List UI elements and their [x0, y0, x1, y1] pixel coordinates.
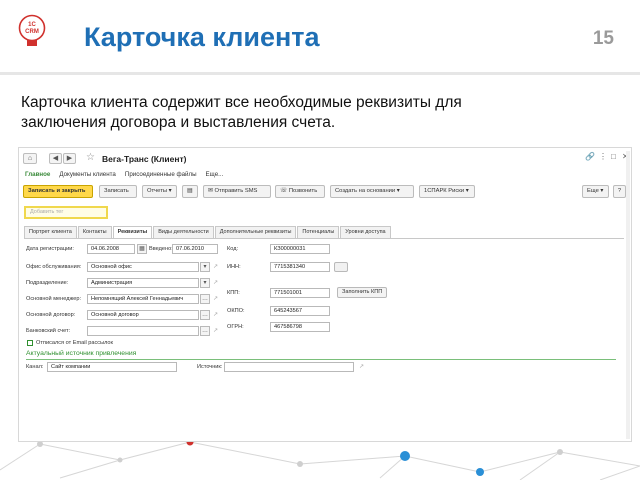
- create-based-dropdown[interactable]: Создать на основании ▾: [330, 185, 414, 198]
- tab-portrait[interactable]: Портрет клиента: [24, 226, 77, 238]
- inn-check-icon[interactable]: [334, 262, 348, 272]
- kpp-field[interactable]: 771501001: [270, 288, 330, 298]
- page-number: 15: [592, 28, 614, 49]
- fill-kpp-button[interactable]: Заполнить КПП: [337, 287, 388, 298]
- card-tabs: Портрет клиента Контакты Реквизиты Виды …: [24, 226, 392, 238]
- svg-text:CRM: CRM: [25, 29, 39, 35]
- bank-open-icon[interactable]: ↗: [213, 327, 218, 335]
- office-field[interactable]: Основной офис: [87, 262, 199, 272]
- channel-field[interactable]: Сайт компании: [47, 362, 177, 372]
- division-field[interactable]: Администрация: [87, 278, 199, 288]
- create-based-label: Создать на основании: [335, 188, 396, 194]
- division-dropdown-icon[interactable]: ▾: [200, 278, 210, 288]
- code-field[interactable]: КЗ00000031: [270, 244, 330, 254]
- reports-label: Отчеты: [147, 188, 168, 194]
- slide-title: Карточка клиента: [84, 22, 320, 52]
- source-label: Источник:: [197, 364, 223, 370]
- tab-access-levels[interactable]: Уровни доступа: [340, 226, 391, 238]
- source-field[interactable]: [224, 362, 354, 372]
- slide-subtitle: Карточка клиента содержит все необходимы…: [21, 94, 462, 131]
- office-open-icon[interactable]: ↗: [213, 263, 218, 271]
- inn-field[interactable]: 7715381340: [270, 262, 330, 272]
- send-sms-button[interactable]: ✉ Отправить SMS: [203, 185, 271, 198]
- tab-potentials[interactable]: Потенциалы: [297, 226, 340, 238]
- calendar-icon[interactable]: ▦: [137, 244, 147, 254]
- source-open-icon[interactable]: ↗: [359, 363, 364, 371]
- manager-field[interactable]: Непомнящий Алексей Геннадьевич: [87, 294, 199, 304]
- maximize-icon[interactable]: □: [611, 152, 616, 162]
- section-nav: Главное Документы клиента Присоединенные…: [25, 171, 223, 180]
- email-unsubscribe-label: Отписался от Email рассылок: [36, 340, 113, 346]
- more-label: Еще: [587, 188, 599, 194]
- entered-field[interactable]: 07.06.2010: [172, 244, 218, 254]
- favorite-star-icon[interactable]: ☆: [86, 153, 95, 163]
- window-titlebar: ⌂ ◀ ▶ ☆ Вега-Транс (Клиент) 🔗 ⋮ □ ✕: [19, 148, 631, 168]
- code-label: Код:: [227, 246, 239, 252]
- section-main[interactable]: Главное: [25, 171, 50, 180]
- inn-label: ИНН:: [227, 264, 241, 270]
- save-close-button[interactable]: Записать и закрыть: [23, 185, 93, 198]
- help-button[interactable]: ?: [613, 185, 626, 198]
- source-section-divider: [26, 359, 616, 360]
- command-toolbar: Записать и закрыть Записать Отчеты ▾ ▤ ✉…: [19, 185, 631, 200]
- bank-account-field[interactable]: [87, 326, 199, 336]
- reports-dropdown[interactable]: Отчеты ▾: [142, 185, 177, 198]
- section-documents[interactable]: Документы клиента: [59, 171, 116, 180]
- call-label: Позвонить: [288, 188, 318, 194]
- channel-label: Канал:: [26, 364, 44, 370]
- office-dropdown-icon[interactable]: ▾: [200, 262, 210, 272]
- menu-dots-icon[interactable]: ⋮: [599, 152, 607, 162]
- svg-text:1С: 1С: [28, 22, 36, 28]
- tab-extra-requisites[interactable]: Дополнительные реквизиты: [214, 226, 297, 238]
- header-divider: [0, 72, 640, 75]
- more-dropdown[interactable]: Еще ▾: [582, 185, 609, 198]
- tab-requisites[interactable]: Реквизиты: [112, 226, 153, 238]
- contract-label: Основной договор:: [26, 312, 76, 318]
- send-sms-label: Отправить SMS: [214, 188, 258, 194]
- division-label: Подразделение:: [26, 280, 69, 286]
- contract-open-icon[interactable]: ↗: [213, 311, 218, 319]
- entered-label: Введено:: [149, 246, 173, 252]
- forward-arrow-icon[interactable]: ▶: [63, 153, 76, 164]
- manager-label: Основной менеджер:: [26, 296, 82, 302]
- client-card-window: ⌂ ◀ ▶ ☆ Вега-Транс (Клиент) 🔗 ⋮ □ ✕ Глав…: [18, 147, 632, 442]
- spark-risks-label: 1СПАРК Риски: [424, 188, 465, 194]
- call-button[interactable]: ☏ Позвонить: [275, 185, 325, 198]
- link-icon[interactable]: 🔗: [585, 152, 595, 162]
- crm-logo-icon: 1С CRM: [18, 14, 46, 46]
- section-more[interactable]: Еще...: [206, 171, 224, 180]
- source-section-title: Актуальный источник привлечения: [26, 350, 137, 357]
- window-title: Вега-Транс (Клиент): [102, 154, 187, 164]
- kpp-label: КПП:: [227, 290, 240, 296]
- reg-date-field[interactable]: 04.06.2008: [87, 244, 135, 254]
- ogrn-label: ОГРН:: [227, 324, 244, 330]
- slide: 1С CRM Карточка клиента 15 Карточка клие…: [0, 0, 640, 480]
- okpo-field[interactable]: 645243567: [270, 306, 330, 316]
- manager-select-icon[interactable]: …: [200, 294, 210, 304]
- spark-risks-dropdown[interactable]: 1СПАРК Риски ▾: [419, 185, 475, 198]
- tag-input[interactable]: Добавить тег: [24, 206, 108, 219]
- contract-field[interactable]: Основной договор: [87, 310, 199, 320]
- section-files[interactable]: Присоединенные файлы: [125, 171, 197, 180]
- home-icon[interactable]: ⌂: [23, 153, 37, 164]
- tab-activities[interactable]: Виды деятельности: [153, 226, 214, 238]
- bank-account-label: Банковский счет:: [26, 328, 71, 334]
- bank-select-icon[interactable]: …: [200, 326, 210, 336]
- save-button[interactable]: Записать: [99, 185, 137, 198]
- division-open-icon[interactable]: ↗: [213, 279, 218, 287]
- scrollbar[interactable]: [626, 151, 630, 439]
- reg-date-label: Дата регистрации:: [26, 246, 74, 252]
- email-unsubscribe-checkbox[interactable]: [27, 340, 33, 346]
- ogrn-field[interactable]: 467586798: [270, 322, 330, 332]
- manager-open-icon[interactable]: ↗: [213, 295, 218, 303]
- contract-select-icon[interactable]: …: [200, 310, 210, 320]
- back-arrow-icon[interactable]: ◀: [49, 153, 62, 164]
- tab-contacts[interactable]: Контакты: [77, 226, 112, 238]
- office-label: Офис обслуживания:: [26, 264, 82, 270]
- print-icon[interactable]: ▤: [182, 185, 198, 198]
- okpo-label: ОКПО:: [227, 308, 245, 314]
- tab-divider: [24, 238, 624, 239]
